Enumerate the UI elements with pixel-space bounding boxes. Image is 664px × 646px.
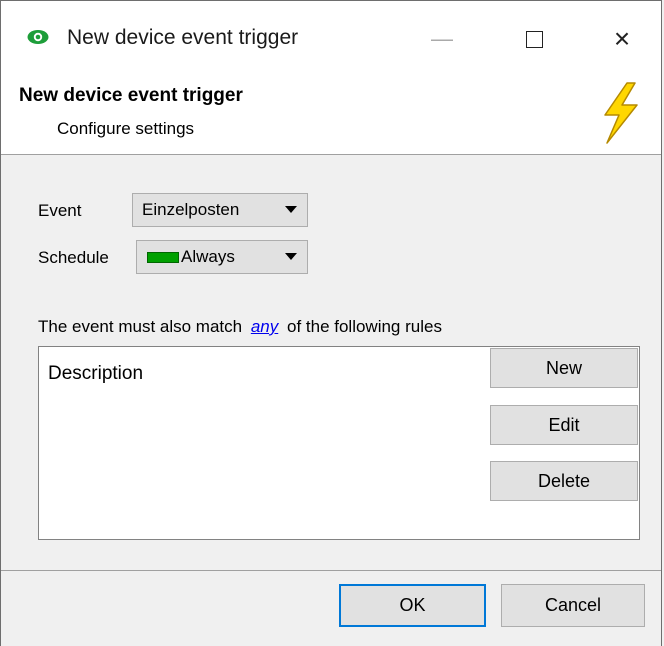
rules-prefix: The event must also match bbox=[38, 317, 243, 336]
schedule-dropdown[interactable]: Always bbox=[136, 240, 308, 274]
eye-icon bbox=[27, 30, 49, 44]
schedule-selected-value: Always bbox=[181, 247, 235, 266]
event-dropdown[interactable]: Einzelposten bbox=[132, 193, 308, 227]
window-title: New device event trigger bbox=[67, 26, 299, 49]
new-rule-button[interactable]: New bbox=[490, 348, 638, 388]
rules-match-text: The event must also match any of the fol… bbox=[38, 317, 442, 337]
minimize-button[interactable]: — bbox=[419, 19, 465, 59]
description-column-header: Description bbox=[48, 363, 144, 384]
event-label: Event bbox=[38, 201, 82, 220]
schedule-color-swatch bbox=[147, 251, 179, 263]
edit-rule-button[interactable]: Edit bbox=[490, 405, 638, 445]
header-title: New device event trigger bbox=[19, 85, 243, 106]
dialog-window: New device event trigger — × New device … bbox=[0, 0, 662, 646]
event-selected-value: Einzelposten bbox=[142, 200, 240, 219]
rules-suffix: of the following rules bbox=[286, 317, 442, 336]
chevron-down-icon bbox=[285, 206, 297, 213]
schedule-label: Schedule bbox=[38, 248, 109, 267]
maximize-icon bbox=[525, 30, 543, 48]
ok-button[interactable]: OK bbox=[339, 584, 486, 627]
cancel-button[interactable]: Cancel bbox=[501, 584, 645, 627]
chevron-down-icon bbox=[285, 253, 297, 260]
header-subtitle: Configure settings bbox=[57, 119, 195, 138]
delete-rule-button[interactable]: Delete bbox=[490, 461, 638, 501]
maximize-button[interactable] bbox=[511, 19, 557, 59]
wizard-header: New device event trigger Configure setti… bbox=[1, 79, 661, 155]
title-bar[interactable]: New device event trigger — × bbox=[1, 0, 661, 79]
match-mode-link[interactable]: any bbox=[251, 317, 278, 336]
close-button[interactable]: × bbox=[599, 19, 645, 59]
lightning-bolt-icon bbox=[604, 82, 638, 144]
